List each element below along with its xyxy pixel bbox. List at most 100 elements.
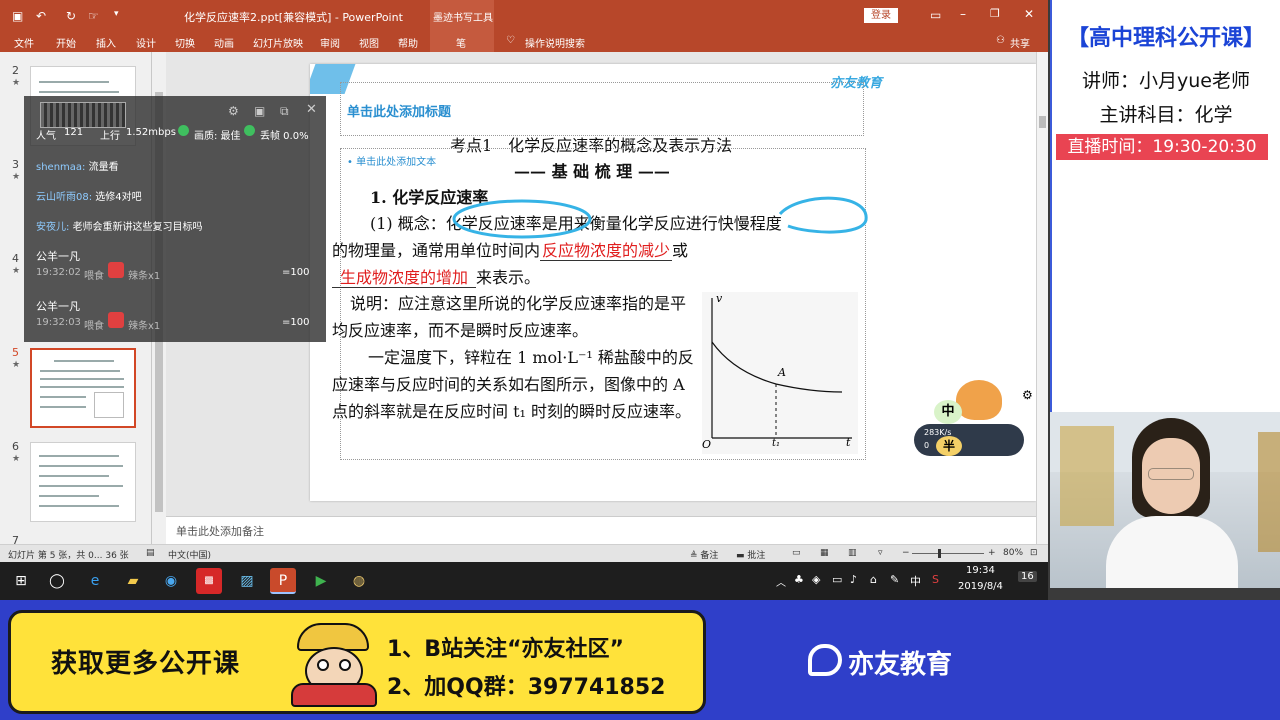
menu-view[interactable]: 视图 <box>359 35 379 50</box>
chat-text: 老师会重新讲这些复习目标吗 <box>72 222 203 233</box>
obs-icon[interactable]: ◍ <box>346 568 372 594</box>
subject: 主讲科目：化学 <box>1099 104 1233 126</box>
minimize-icon[interactable]: – <box>960 7 966 21</box>
edge-icon[interactable]: e <box>82 568 108 594</box>
comments-label: 批注 <box>747 551 766 561</box>
fit-slide-icon[interactable]: ⊡ <box>1030 548 1038 558</box>
ribbon-display-icon[interactable]: ▭ <box>930 8 941 22</box>
gift-item: 辣条x1 <box>128 271 161 282</box>
clipboard-icon[interactable]: ▣ <box>254 104 265 118</box>
clock-time[interactable]: 19:34 <box>966 565 995 576</box>
gift-time: 19:32:02 <box>36 267 81 278</box>
slide-thumbnail-5-selected[interactable] <box>30 348 136 428</box>
slide-sorter-icon[interactable]: ▦ <box>820 548 829 558</box>
ink-tools-title: 墨迹书写工具 <box>433 13 493 24</box>
popout-icon[interactable]: ⧉ <box>280 104 289 119</box>
menu-home[interactable]: 开始 <box>56 35 76 50</box>
zoom-in-icon[interactable]: + <box>988 548 996 558</box>
cartoon-character-icon <box>287 619 379 709</box>
graph-y-label: v <box>716 292 723 305</box>
save-icon[interactable]: ▣ <box>12 9 23 23</box>
menu-slideshow[interactable]: 幻灯片放映 <box>253 35 303 50</box>
notes-placeholder: 单击此处添加备注 <box>176 525 264 538</box>
quality-label: 画质: 最佳 <box>194 131 241 142</box>
viewers-count: 121 <box>64 127 84 138</box>
tray-chevron-icon[interactable]: ︿ <box>776 574 786 589</box>
ime-indicator[interactable]: 中 <box>910 573 921 589</box>
notes-pane[interactable]: 单击此处添加备注 <box>166 516 1036 544</box>
touch-mode-icon[interactable]: ☞ <box>88 9 99 23</box>
normal-view-icon[interactable]: ▭ <box>792 548 801 558</box>
chat-user: shenmaa: <box>36 162 86 173</box>
clock-date[interactable]: 2019/8/4 <box>958 581 1003 592</box>
mascot-char: 半 <box>936 436 962 456</box>
cat-mascot-icon <box>956 380 1002 420</box>
chat-text: 流量看 <box>88 162 119 173</box>
comments-toggle[interactable]: ▬ 批注 <box>736 548 765 561</box>
sogou-icon[interactable]: S <box>932 573 939 586</box>
share-button[interactable]: 共享 <box>1010 35 1030 50</box>
slide-scrollbar[interactable] <box>1036 52 1048 544</box>
undo-icon[interactable]: ↶ <box>36 9 46 23</box>
zoom-slider[interactable] <box>912 549 984 558</box>
lightbulb-icon: ♡ <box>506 35 515 46</box>
thumb-number: 3 <box>12 158 19 171</box>
menu-review[interactable]: 审阅 <box>320 35 340 50</box>
menu-transitions[interactable]: 切换 <box>175 35 195 50</box>
windows-start-icon[interactable]: ⊞ <box>8 568 34 594</box>
quality-status-icon <box>178 125 189 136</box>
tab-pen[interactable]: 笔 <box>456 35 466 50</box>
mascot-gear-icon[interactable]: ⚙ <box>1022 388 1033 402</box>
notes-toggle[interactable]: ≜ 备注 <box>690 548 718 561</box>
gift-coins: =100 <box>282 317 310 328</box>
menu-help[interactable]: 帮助 <box>398 35 418 50</box>
gift-icon <box>108 262 124 278</box>
network-icon[interactable]: ⌂ <box>870 573 877 586</box>
gift-coins: =100 <box>282 267 310 278</box>
zoom-level[interactable]: 80% <box>1003 548 1023 558</box>
menu-file[interactable]: 文件 <box>14 35 34 50</box>
reading-view-icon[interactable]: ▥ <box>848 548 857 558</box>
close-chat-icon[interactable]: ✕ <box>306 102 317 117</box>
restore-icon[interactable]: ❐ <box>990 7 1000 20</box>
teacher-name: 讲师：小月yue老师 <box>1082 70 1250 92</box>
close-icon[interactable]: ✕ <box>1024 7 1034 21</box>
menu-design[interactable]: 设计 <box>136 35 156 50</box>
zoom-out-icon[interactable]: − <box>902 548 910 558</box>
graph-point-a: A <box>778 366 786 379</box>
glasses <box>1148 468 1194 480</box>
browser-icon[interactable]: ◉ <box>158 568 184 594</box>
gift-action: 喂食 <box>84 271 104 282</box>
cortana-icon[interactable]: ◯ <box>44 568 70 594</box>
thumb-star-icon: ★ <box>12 172 21 182</box>
graph-origin: O <box>702 438 712 451</box>
slideshow-icon[interactable]: ▿ <box>878 548 883 558</box>
media-player-icon[interactable]: ▶ <box>308 568 334 594</box>
spellcheck-icon[interactable]: ▤ <box>146 548 155 558</box>
customize-qat-icon[interactable]: ▾ <box>114 9 119 19</box>
shoulders <box>1106 516 1238 588</box>
notification-badge[interactable]: 16 <box>1018 571 1037 582</box>
live-chat-overlay: ⚙ ▣ ⧉ ✕ 人气 121 上行 1.52mbps 画质: 最佳 丢帧 0.0… <box>24 96 326 342</box>
menu-animations[interactable]: 动画 <box>214 35 234 50</box>
redo-icon[interactable]: ↻ <box>66 9 76 23</box>
shield-icon[interactable]: ◈ <box>812 573 820 586</box>
photos-icon[interactable]: ▨ <box>234 568 260 594</box>
login-button[interactable]: 登录 <box>864 8 898 23</box>
user-icon: ⚇ <box>996 35 1005 46</box>
file-explorer-icon[interactable]: ▰ <box>120 568 146 594</box>
powerpoint-task-icon[interactable]: P <box>270 568 296 594</box>
volume-icon[interactable]: ♪ <box>850 573 857 586</box>
ink-tools-tab-group: 墨迹书写工具 笔 <box>430 0 494 52</box>
battery-icon[interactable]: ▭ <box>832 573 842 586</box>
brand-logo-icon <box>808 644 842 676</box>
tray-app-icon[interactable]: ♣ <box>794 573 804 586</box>
menu-insert[interactable]: 插入 <box>96 35 116 50</box>
app-icon[interactable]: ▩ <box>196 568 222 594</box>
tell-me-search[interactable]: 操作说明搜索 <box>525 35 585 50</box>
pen-icon[interactable]: ✎ <box>890 573 899 586</box>
slide-thumbnail-6[interactable] <box>30 442 136 522</box>
chat-user: 云山听雨08: <box>36 192 93 203</box>
settings-icon[interactable]: ⚙ <box>228 104 239 118</box>
mascot-widget[interactable]: 中 283K/s 0 半 ⚙ <box>914 380 1042 462</box>
